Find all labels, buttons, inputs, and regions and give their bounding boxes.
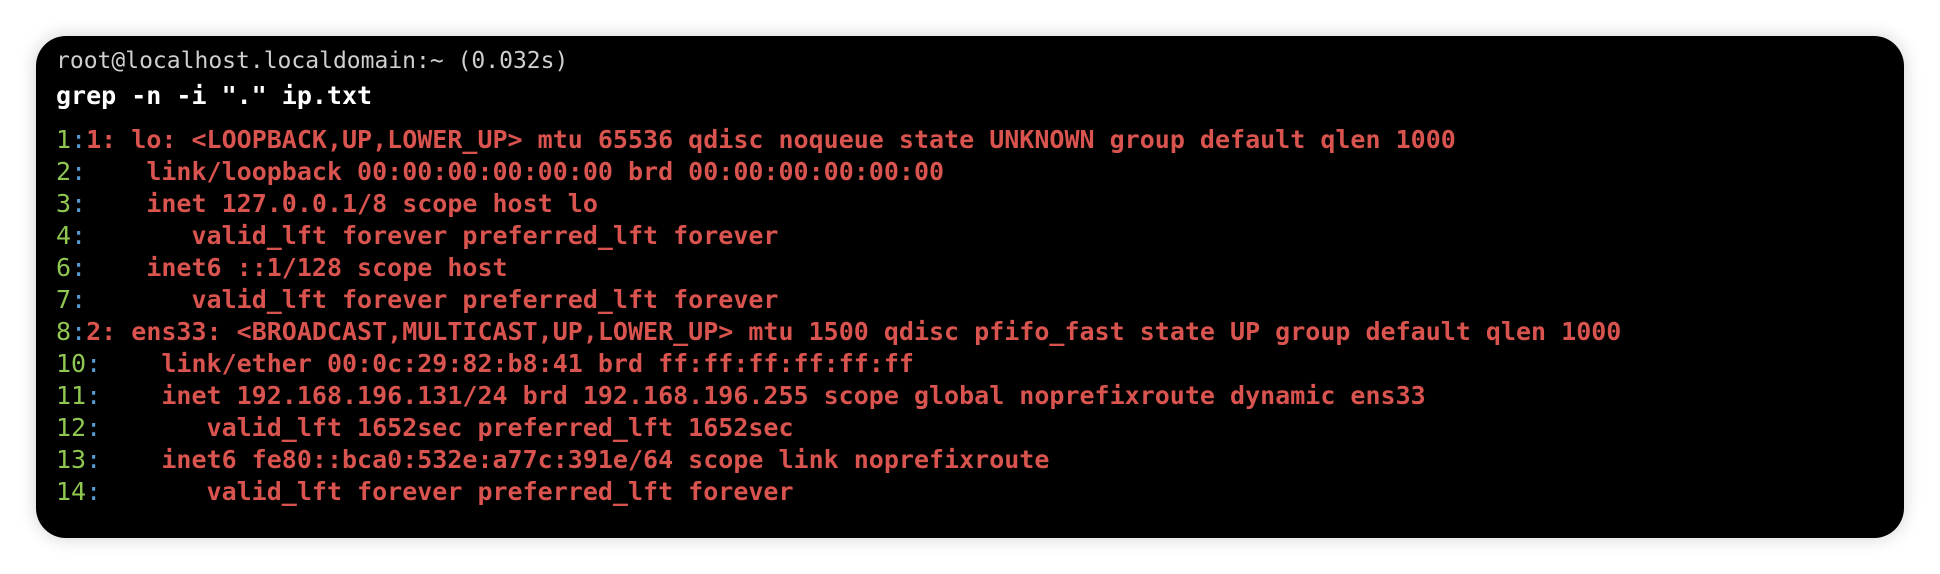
output-line: 12: valid_lft 1652sec preferred_lft 1652… [56,412,1884,444]
line-number: 12 [56,413,87,442]
line-separator: : [71,125,87,154]
match-text: valid_lft forever preferred_lft forever [86,285,779,314]
line-number: 10 [56,349,87,378]
command-output: 1:1: lo: <LOOPBACK,UP,LOWER_UP> mtu 6553… [56,124,1884,508]
line-number: 4 [56,221,72,250]
line-number: 7 [56,285,72,314]
line-separator: : [71,221,87,250]
line-number: 6 [56,253,72,282]
line-separator: : [86,381,102,410]
match-text: inet6 fe80::bca0:532e:a77c:391e/64 scope… [101,445,1050,474]
command-block[interactable]: root@localhost.localdomain:~ (0.032s) gr… [56,44,1884,508]
match-text: valid_lft forever preferred_lft forever [86,221,779,250]
output-line: 3: inet 127.0.0.1/8 scope host lo [56,188,1884,220]
line-separator: : [71,317,87,346]
line-number: 13 [56,445,87,474]
line-separator: : [86,445,102,474]
match-text: link/ether 00:0c:29:82:b8:41 brd ff:ff:f… [101,349,914,378]
prompt-line: root@localhost.localdomain:~ (0.032s) [56,48,569,74]
line-separator: : [86,349,102,378]
line-separator: : [86,413,102,442]
line-number: 8 [56,317,72,346]
match-text: inet 127.0.0.1/8 scope host lo [86,189,598,218]
line-separator: : [71,157,87,186]
match-text: inet 192.168.196.131/24 brd 192.168.196.… [101,381,1426,410]
match-text: valid_lft forever preferred_lft forever [101,477,794,506]
line-number: 11 [56,381,87,410]
output-line: 7: valid_lft forever preferred_lft forev… [56,284,1884,316]
match-text: link/loopback 00:00:00:00:00:00 brd 00:0… [86,157,945,186]
line-number: 3 [56,189,72,218]
output-line: 6: inet6 ::1/128 scope host [56,252,1884,284]
output-line: 11: inet 192.168.196.131/24 brd 192.168.… [56,380,1884,412]
line-separator: : [71,285,87,314]
line-number: 14 [56,477,87,506]
line-separator: : [71,253,87,282]
output-line: 14: valid_lft forever preferred_lft fore… [56,476,1884,508]
line-number: 2 [56,157,72,186]
output-line: 2: link/loopback 00:00:00:00:00:00 brd 0… [56,156,1884,188]
output-line: 10: link/ether 00:0c:29:82:b8:41 brd ff:… [56,348,1884,380]
match-text: valid_lft 1652sec preferred_lft 1652sec [101,413,794,442]
output-line: 8:2: ens33: <BROADCAST,MULTICAST,UP,LOWE… [56,316,1884,348]
output-line: 4: valid_lft forever preferred_lft forev… [56,220,1884,252]
line-separator: : [86,477,102,506]
output-line: 1:1: lo: <LOOPBACK,UP,LOWER_UP> mtu 6553… [56,124,1884,156]
command-line: grep -n -i "." ip.txt [56,81,373,110]
output-line: 13: inet6 fe80::bca0:532e:a77c:391e/64 s… [56,444,1884,476]
line-number: 1 [56,125,72,154]
line-separator: : [71,189,87,218]
terminal-window[interactable]: root@localhost.localdomain:~ (0.032s) gr… [36,36,1904,538]
match-text: 2: ens33: <BROADCAST,MULTICAST,UP,LOWER_… [86,317,1622,346]
match-text: inet6 ::1/128 scope host [86,253,508,282]
match-text: 1: lo: <LOOPBACK,UP,LOWER_UP> mtu 65536 … [86,125,1456,154]
